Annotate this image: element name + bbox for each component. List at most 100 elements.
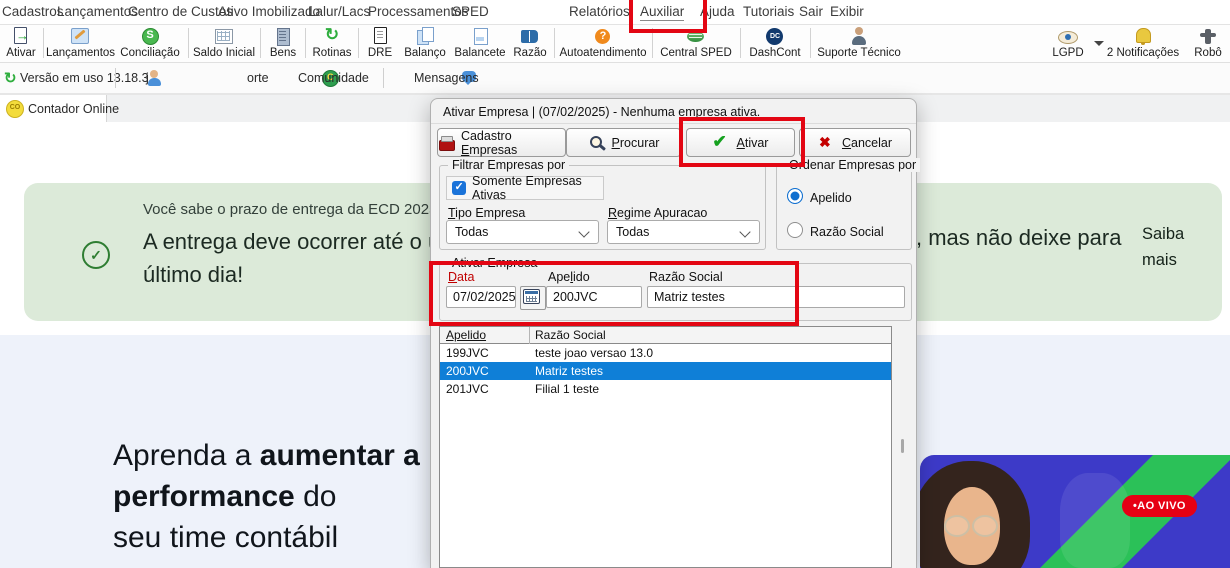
ordenar-empresas-group: Ordenar Empresas por Apelido Razão Socia…: [776, 158, 921, 250]
dialog-titlebar[interactable]: Ativar Empresa | (07/02/2025) - Nenhuma …: [431, 99, 916, 124]
group-legend: Filtrar Empresas por: [448, 158, 570, 172]
toolbar-lgpd[interactable]: LGPD: [1040, 27, 1096, 59]
glasses-icon: [944, 515, 970, 537]
toolbar-rotinas[interactable]: Rotinas: [308, 25, 356, 59]
community-link[interactable]: Comunidade: [298, 71, 369, 85]
saiba-mais-link[interactable]: Saiba mais: [1142, 221, 1206, 273]
toolbar-separator: [554, 28, 555, 58]
column-apelido[interactable]: Apelido: [446, 328, 486, 342]
table-row[interactable]: 199JVC teste joao versao 13.0: [440, 344, 891, 362]
regime-apuracao-label: Regime Apuracao: [608, 206, 708, 220]
figure-illustration: [1060, 473, 1130, 568]
column-divider[interactable]: [529, 327, 530, 344]
red-book-icon: [438, 135, 455, 151]
toolbar-balancete[interactable]: Balancete: [452, 27, 508, 59]
scrollbar[interactable]: [901, 439, 904, 453]
dialog-title: Ativar Empresa | (07/02/2025) - Nenhuma …: [443, 105, 761, 119]
toolbar-separator: [305, 28, 306, 58]
table-row-selected[interactable]: 200JVC Matriz testes: [440, 362, 891, 380]
menu-tutoriais[interactable]: Tutoriais: [743, 4, 794, 19]
check-circle-icon: ✓: [82, 241, 110, 269]
toolbar-ativar[interactable]: Ativar: [2, 27, 40, 59]
notice-big-text-right: , mas não deixe para: [916, 225, 1122, 250]
menu-cadastros[interactable]: Cadastros: [2, 4, 64, 19]
menu-relatorios[interactable]: Relatórios: [569, 4, 630, 19]
radio-selected-icon[interactable]: [787, 188, 803, 204]
table-row[interactable]: 201JVC Filial 1 teste: [440, 380, 891, 398]
procurar-button[interactable]: Procurar: [566, 128, 681, 157]
quickbar-separator: [383, 68, 384, 88]
toolbar-balanco[interactable]: Balanço: [399, 27, 451, 59]
cadastro-empresas-button[interactable]: Cadastro Empresas: [437, 128, 566, 157]
red-x-icon: [818, 134, 836, 151]
version-label[interactable]: Versão em uso 13.18.3: [20, 71, 149, 85]
toolbar-separator: [652, 28, 653, 58]
toolbar-notificacoes[interactable]: 2 Notificações: [1103, 27, 1183, 59]
toolbar-bens[interactable]: Bens: [263, 27, 303, 59]
group-legend: Ativar Empresa: [448, 256, 542, 270]
toolbar-separator: [43, 28, 44, 58]
tab-contador-online[interactable]: Contador Online: [0, 95, 119, 122]
radio-unselected-icon[interactable]: [787, 222, 803, 238]
menu-auxiliar[interactable]: Auxiliar: [640, 4, 685, 21]
data-input[interactable]: 07/02/2025: [446, 286, 516, 308]
toolbar-saldo-inicial[interactable]: Saldo Inicial: [191, 27, 257, 59]
toolbar-razao[interactable]: Razão: [509, 27, 551, 59]
toolbar-separator: [358, 28, 359, 58]
empresas-table: Apelido Razão Social 199JVC teste joao v…: [439, 326, 892, 568]
radio-apelido[interactable]: Apelido: [787, 188, 852, 205]
ao-vivo-badge: •AO VIVO: [1122, 495, 1197, 517]
menu-exibir[interactable]: Exibir: [830, 4, 864, 19]
contador-online-icon: [6, 100, 24, 118]
toolbar-lancamentos[interactable]: Lançamentos: [46, 27, 115, 59]
razao-social-input[interactable]: Matriz testes: [647, 286, 905, 308]
toolbar-dre[interactable]: DRE: [362, 27, 398, 59]
notice-big-text: A entrega deve ocorrer até o úl último d…: [143, 229, 446, 287]
magnifier-icon: [588, 135, 606, 151]
main-toolbar: Ativar Lançamentos Conciliação Saldo Ini…: [0, 25, 1230, 63]
toolbar-dashcont[interactable]: DashCont: [743, 27, 807, 59]
quick-bar: Versão em uso 13.18.3 j orte Comunidade …: [0, 63, 1230, 95]
radio-razao-social[interactable]: Razão Social: [787, 222, 884, 239]
somente-ativas-checkbox-panel[interactable]: Somente Empresas Ativas: [446, 174, 604, 202]
tab-label: Contador Online: [28, 102, 120, 116]
ativar-button[interactable]: Ativar: [686, 128, 795, 157]
tipo-empresa-label: Tipo Empresa: [448, 206, 526, 220]
menu-lancamentos[interactable]: Lançamentos: [57, 4, 138, 19]
quickbar-separator: [115, 68, 116, 88]
coin-icon: [138, 27, 162, 46]
live-banner[interactable]: •AO VIVO: [920, 455, 1230, 568]
table-header[interactable]: Apelido Razão Social: [440, 327, 891, 344]
razao-social-label: Razão Social: [649, 270, 723, 284]
menu-sped[interactable]: SPED: [452, 4, 489, 19]
calendar-icon: [523, 289, 540, 304]
toolbar-conciliacao[interactable]: Conciliação: [115, 27, 185, 59]
dc-circle-icon: [763, 27, 787, 46]
toolbar-central-sped[interactable]: Central SPED: [655, 27, 737, 59]
person-icon: [847, 27, 871, 46]
column-razao-social[interactable]: Razão Social: [535, 328, 606, 342]
menu-lalur-lacs[interactable]: Lalur/Lacs: [308, 4, 370, 19]
checkbox-checked-icon[interactable]: [452, 180, 466, 195]
user-icon: [146, 70, 164, 87]
user-name-fragment-end: orte: [247, 71, 269, 85]
user-name-fragment[interactable]: j: [146, 71, 149, 85]
toolbar-robo[interactable]: Robô: [1188, 27, 1228, 59]
apelido-input[interactable]: 200JVC: [546, 286, 642, 308]
toolbar-autoatendimento[interactable]: Autoatendimento: [557, 27, 649, 59]
robot-icon: [1196, 27, 1220, 46]
menu-sair[interactable]: Sair: [799, 4, 823, 19]
messages-link[interactable]: Mensagens: [414, 71, 479, 85]
apelido-label: Apelido: [548, 270, 590, 284]
menu-ajuda[interactable]: Ajuda: [700, 4, 735, 19]
tipo-empresa-select[interactable]: Todas: [446, 220, 599, 244]
calendar-button[interactable]: [520, 286, 546, 310]
ativar-empresa-dialog: Ativar Empresa | (07/02/2025) - Nenhuma …: [430, 98, 921, 568]
toolbar-separator: [188, 28, 189, 58]
menu-ativo-imobilizado[interactable]: Ativo Imobilizado: [218, 4, 320, 19]
green-check-icon: [713, 132, 731, 152]
data-label: Data: [448, 270, 475, 284]
regime-apuracao-select[interactable]: Todas: [607, 220, 760, 244]
toolbar-suporte-tecnico[interactable]: Suporte Técnico: [813, 27, 905, 59]
cancelar-button[interactable]: Cancelar: [799, 128, 911, 157]
